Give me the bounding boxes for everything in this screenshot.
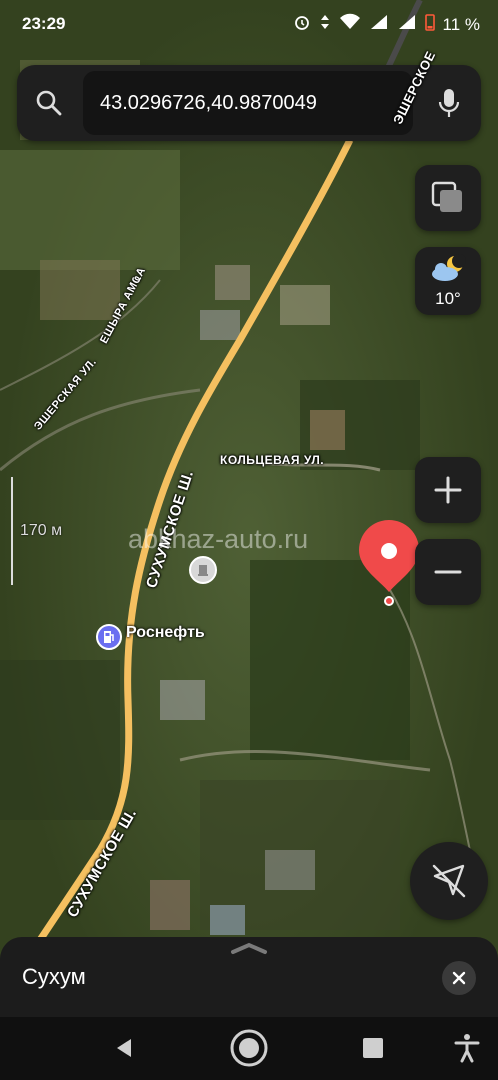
accessibility-icon[interactable]	[454, 1033, 480, 1063]
map-pin-icon	[359, 520, 419, 606]
scale-label: 170 м	[20, 522, 63, 539]
zoom-out-button[interactable]	[415, 539, 481, 605]
cell-signal-icon	[369, 13, 389, 36]
close-icon	[452, 971, 466, 985]
watermark: abkhaz-auto.ru	[128, 524, 309, 554]
status-icons: 11 %	[293, 13, 481, 36]
cell-signal-2-icon	[397, 13, 417, 36]
system-navigation-bar	[0, 1017, 498, 1080]
weather-temperature: 10°	[435, 289, 461, 308]
sheet-handle-icon[interactable]	[229, 941, 269, 955]
zoom-in-button[interactable]	[415, 457, 481, 523]
close-button[interactable]	[442, 961, 476, 995]
street-label-koltsevaya: КОЛЬЦЕВАЯ УЛ.	[220, 453, 325, 467]
search-input[interactable]: 43.0296726,40.9870049	[83, 71, 413, 135]
scale-bar	[11, 477, 13, 585]
layers-icon	[431, 181, 462, 212]
my-location-button[interactable]	[410, 842, 488, 920]
search-icon[interactable]	[35, 89, 63, 117]
wifi-icon	[339, 13, 361, 36]
data-transfer-icon	[319, 13, 331, 36]
poi-label[interactable]: Роснефть	[126, 624, 205, 642]
bottom-sheet[interactable]: Сухум	[0, 937, 498, 1017]
place-title: Сухум	[22, 964, 86, 989]
home-icon[interactable]	[229, 1028, 269, 1068]
place-marker[interactable]	[189, 556, 217, 584]
minus-icon	[434, 570, 462, 574]
microphone-icon[interactable]	[437, 87, 461, 119]
location-off-icon	[432, 864, 466, 898]
poi-fuel-marker[interactable]	[96, 624, 122, 650]
monument-icon	[198, 565, 208, 576]
weather-button[interactable]: 10°	[415, 247, 481, 315]
battery-percentage: 11 %	[442, 14, 481, 34]
status-bar: 23:29 11 %	[0, 0, 498, 48]
plus-icon	[434, 476, 462, 504]
status-time: 23:29	[22, 14, 66, 33]
fuel-icon	[104, 631, 114, 643]
battery-low-icon	[424, 13, 435, 36]
location-pin[interactable]	[357, 518, 421, 608]
alarm-icon	[293, 13, 311, 36]
recents-icon[interactable]	[362, 1037, 384, 1059]
back-icon[interactable]	[112, 1036, 136, 1060]
layers-button[interactable]	[415, 165, 481, 231]
cloudy-night-icon	[432, 254, 466, 281]
